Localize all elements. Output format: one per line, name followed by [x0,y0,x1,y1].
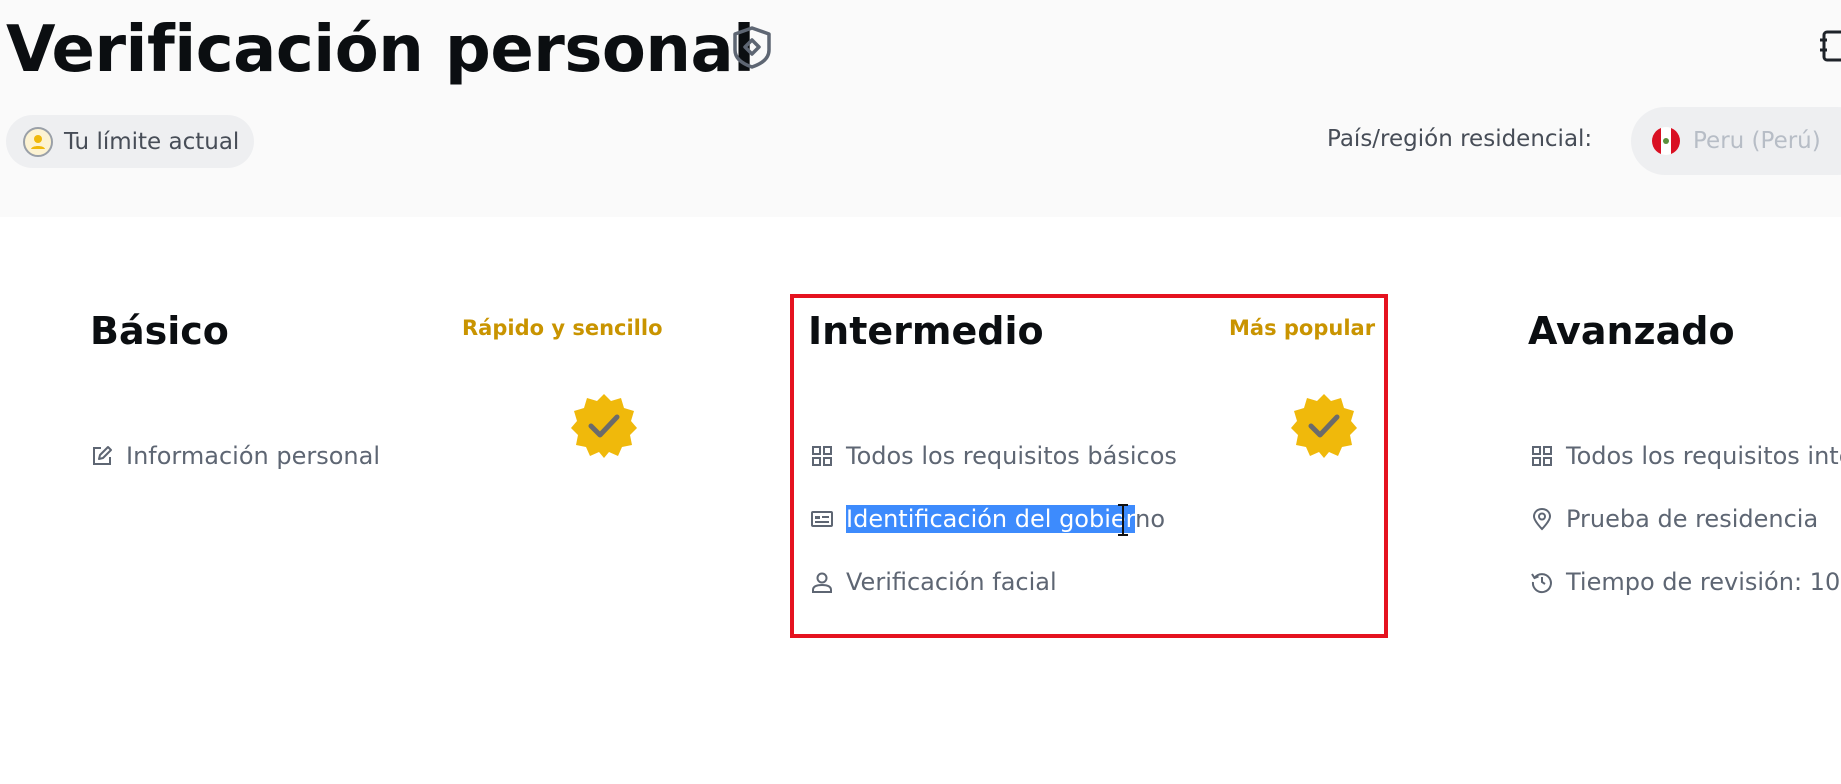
location-pin-icon [1532,507,1552,531]
country-label: País/región residencial: [1327,126,1593,152]
requirement-item: Información personal [90,439,380,473]
country-value: Peru (Perú) [1693,128,1821,154]
requirement-item: Prueba de residencia [1530,502,1818,536]
country-select[interactable]: Peru (Perú) [1631,107,1841,175]
requirement-item: Tiempo de revisión: 10 dí [1530,565,1841,599]
shield-icon[interactable] [729,24,775,70]
tier-basic-title: Básico [90,309,229,353]
tier-basic-tag: Rápido y sencillo [462,316,663,340]
notebook-icon[interactable] [1820,28,1841,64]
current-limit-button[interactable]: Tu límite actual [6,115,254,168]
requirement-label: Prueba de residencia [1566,505,1819,533]
requirement-label: Tiempo de revisión: 10 dí [1566,568,1841,596]
annotation-highlight-box [790,294,1388,638]
requirement-label: Todos los requisitos inter [1566,442,1841,470]
edit-icon [93,446,112,465]
tier-advanced-title: Avanzado [1528,309,1735,353]
text-cursor-icon [1118,504,1128,536]
requirement-label: Información personal [126,442,380,470]
verified-badge-icon [571,394,637,458]
user-circle-icon [23,126,53,157]
requirement-item: Todos los requisitos inter [1530,439,1841,473]
peru-flag-icon [1652,127,1680,155]
page-title: Verificación personal [6,13,755,87]
history-clock-icon [1531,573,1552,594]
grid-icon [1532,446,1552,466]
page-header: Verificación personal Tu límite actual P… [0,0,1841,217]
current-limit-label: Tu límite actual [64,128,240,155]
